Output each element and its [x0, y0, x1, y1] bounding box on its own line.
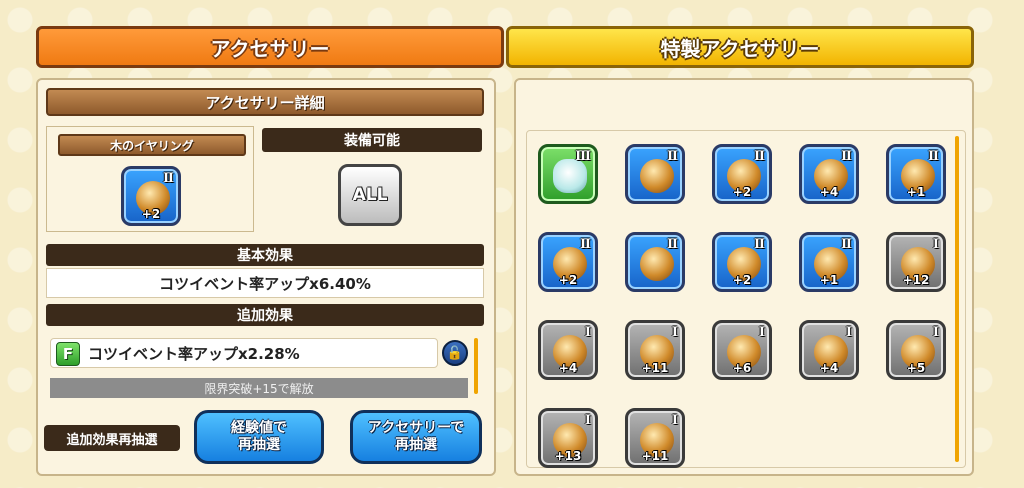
plus-label: +4 [558, 361, 578, 375]
plus-label: +12 [902, 273, 930, 287]
equippable-all-badge: ALL [338, 164, 402, 226]
grade-badge: F [56, 342, 80, 366]
earring-icon[interactable]: Ⅱ +2 [121, 166, 181, 226]
tab-accessory[interactable]: アクセサリー [36, 26, 504, 68]
leaf-icon[interactable]: Ⅱ +2 [712, 232, 772, 292]
gray-wolf-icon[interactable]: Ⅱ +1 [799, 232, 859, 292]
rank-label: Ⅱ [163, 171, 174, 186]
extra-effect-label: 追加効果 [46, 304, 484, 326]
mirror-pendant-icon[interactable]: Ⅱ [625, 144, 685, 204]
rank-label: Ⅰ [758, 325, 765, 340]
grid-scrollbar[interactable] [955, 136, 959, 462]
item-graphic [553, 159, 587, 193]
plus-label: +1 [906, 185, 926, 199]
rank-label: Ⅱ [754, 237, 765, 252]
tag-charm-icon[interactable]: Ⅰ +6 [712, 320, 772, 380]
rank-label: Ⅰ [932, 325, 939, 340]
rank-label: Ⅰ [671, 413, 678, 428]
earring-icon[interactable]: Ⅱ +2 [712, 144, 772, 204]
rank-label: Ⅰ [932, 237, 939, 252]
base-effect-label: 基本効果 [46, 244, 484, 266]
item-graphic [640, 159, 674, 193]
plus-label: +1 [819, 273, 839, 287]
plus-label: +2 [732, 185, 752, 199]
plus-label: +11 [641, 449, 669, 463]
plus-label: +13 [554, 449, 582, 463]
mirror-pendant-icon[interactable]: Ⅰ +12 [886, 232, 946, 292]
plus-label: +5 [906, 361, 926, 375]
ring-icon[interactable]: Ⅱ [625, 232, 685, 292]
plus-label: +11 [641, 361, 669, 375]
rank-label: Ⅱ [841, 237, 852, 252]
rank-label: Ⅱ [580, 237, 591, 252]
plus-label: +2 [141, 207, 161, 221]
rank-label: Ⅰ [845, 325, 852, 340]
extra-effect-value: コツイベント率アップx2.28% [88, 345, 300, 363]
tab-special-accessory[interactable]: 特製アクセサリー [506, 26, 974, 68]
rank-label: Ⅱ [667, 149, 678, 164]
leaf-icon[interactable]: Ⅰ +13 [538, 408, 598, 468]
rank-label: Ⅱ [928, 149, 939, 164]
locked-slot: 限界突破+15で解放 [50, 378, 468, 398]
plus-label: +4 [819, 185, 839, 199]
base-effect-value: コツイベント率アップx6.40% [46, 268, 484, 298]
rank-label: Ⅱ [667, 237, 678, 252]
effect-scrollbar[interactable] [474, 338, 478, 394]
equippable-label: 装備可能 [262, 128, 482, 152]
rank-label: Ⅲ [575, 149, 591, 164]
rank-label: Ⅰ [584, 413, 591, 428]
plus-label: +2 [732, 273, 752, 287]
necklace-icon[interactable]: Ⅱ +1 [886, 144, 946, 204]
detail-header: アクセサリー詳細 [46, 88, 484, 116]
necklace-icon[interactable]: Ⅰ +4 [799, 320, 859, 380]
plus-label: +6 [732, 361, 752, 375]
plus-label: +2 [558, 273, 578, 287]
rank-label: Ⅱ [841, 149, 852, 164]
ring-icon[interactable]: Ⅰ +5 [886, 320, 946, 380]
lock-icon[interactable]: 🔓 [442, 340, 468, 366]
necklace-icon[interactable]: Ⅱ +2 [538, 232, 598, 292]
rank-label: Ⅰ [671, 325, 678, 340]
bracelet-icon[interactable]: Ⅱ +4 [799, 144, 859, 204]
earring-icon[interactable]: Ⅰ +4 [538, 320, 598, 380]
accessory-reroll-button[interactable]: アクセサリーで 再抽選 [350, 410, 482, 464]
rank-label: Ⅱ [754, 149, 765, 164]
reroll-label: 追加効果再抽選 [44, 425, 180, 451]
fox-icon[interactable]: Ⅰ +11 [625, 408, 685, 468]
white-wolf-icon[interactable]: Ⅲ [538, 144, 598, 204]
exp-reroll-button[interactable]: 経験値で 再抽選 [194, 410, 324, 464]
item-name: 木のイヤリング [58, 134, 246, 156]
plus-label: +4 [819, 361, 839, 375]
rank-label: Ⅰ [584, 325, 591, 340]
bracelet-icon[interactable]: Ⅰ +11 [625, 320, 685, 380]
item-graphic [640, 247, 674, 281]
